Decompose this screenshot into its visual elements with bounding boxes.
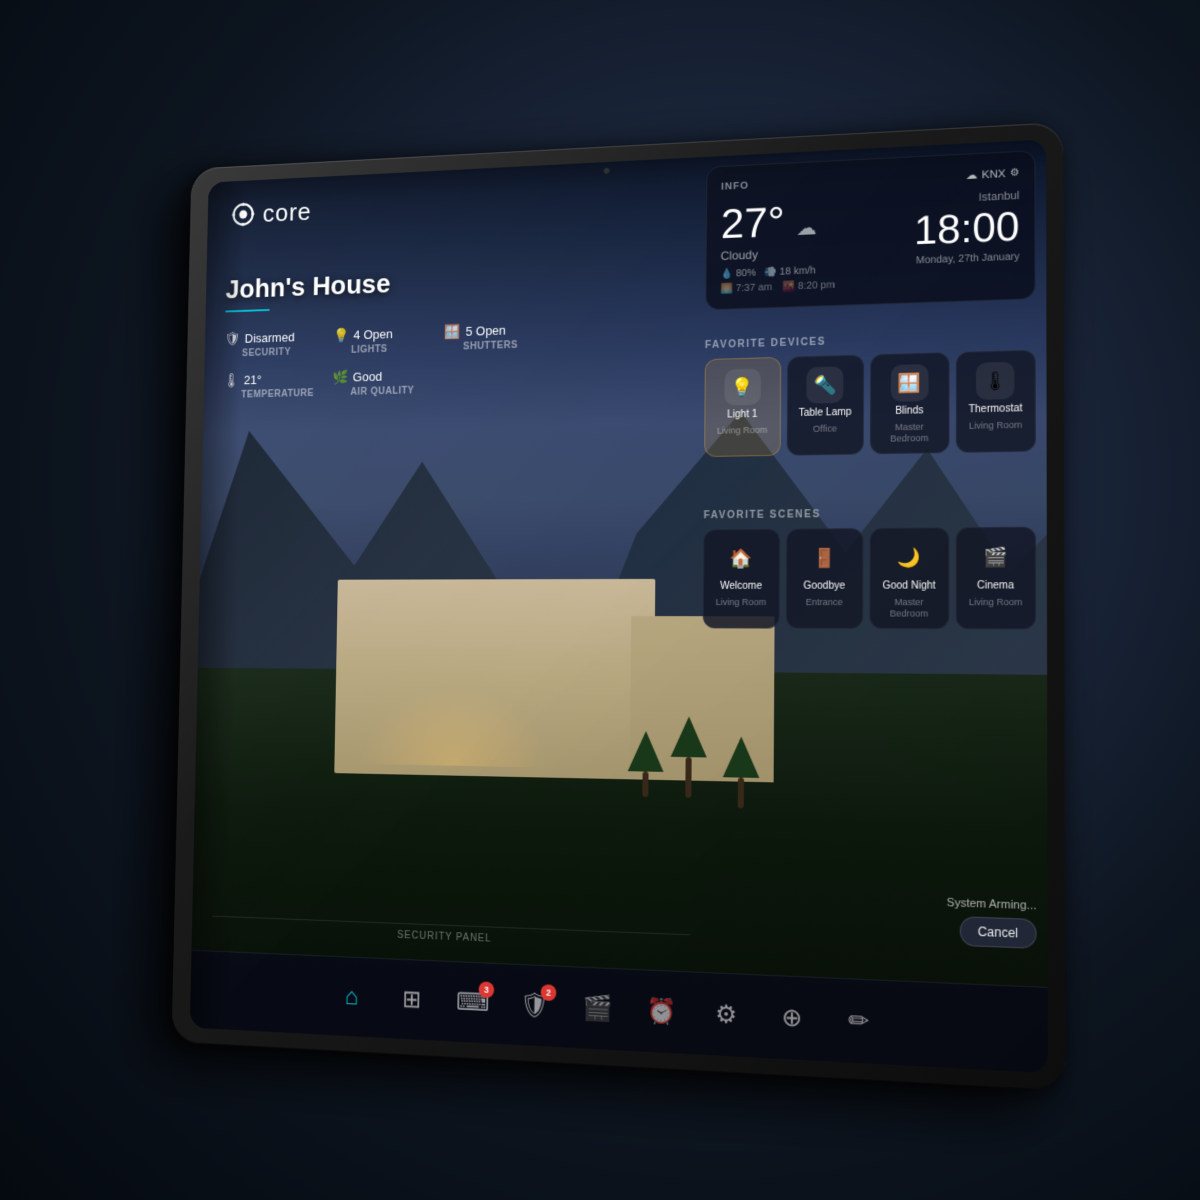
- device-name: Blinds: [895, 405, 924, 418]
- scene-card-cinema[interactable]: 🎬 Cinema Living Room: [955, 527, 1036, 629]
- date-display: Monday, 27th January: [914, 251, 1020, 266]
- favorite-scenes-section: FAVORITE SCENES 🏠 Welcome Living Room 🚪 …: [703, 507, 1036, 629]
- system-arming-notification: System Arming... Cancel: [947, 897, 1037, 949]
- scene-icon: 🚪: [806, 539, 843, 576]
- scene-icon: 🎬: [976, 538, 1015, 576]
- weather-icon: ☁: [796, 217, 816, 240]
- scene-name: Good Night: [882, 580, 935, 592]
- tablet-screen: core John's House 🛡 Disarmed SECURITY: [190, 139, 1048, 1073]
- nav-icon-channels: ⊕: [773, 998, 810, 1037]
- security-status[interactable]: 🛡 Disarmed SECURITY: [224, 328, 315, 359]
- logo-text: core: [262, 197, 312, 228]
- device-icon: 🔦: [807, 366, 844, 403]
- device-location: Master Bedroom: [877, 421, 941, 444]
- temperature-icon: 🌡: [223, 372, 239, 388]
- security-icon: 🛡: [224, 331, 240, 347]
- sunset-display: 🌇8:20 pm: [782, 280, 835, 293]
- lights-status[interactable]: 💡 4 Open LIGHTS: [333, 325, 426, 357]
- nav-item-settings[interactable]: ⚙: [708, 995, 745, 1034]
- cloud-icon: ☁: [966, 168, 978, 182]
- scene-location: Living Room: [969, 597, 1023, 608]
- nav-item-channels[interactable]: ⊕: [773, 998, 810, 1037]
- nav-item-keypad[interactable]: ⌨3: [455, 984, 490, 1022]
- app-logo: core: [227, 194, 312, 232]
- scene-name: Goodbye: [803, 580, 845, 592]
- device-name: Table Lamp: [799, 407, 852, 420]
- temperature-display: 27° ☁: [721, 198, 835, 245]
- wind-display: 💨18 km/h: [764, 265, 816, 278]
- device-card-light-1[interactable]: 💡 Light 1 Living Room: [704, 357, 781, 457]
- device-location: Office: [813, 423, 837, 434]
- home-info: John's House 🛡 Disarmed SECURITY 💡 4 Ope: [223, 262, 541, 401]
- nav-icon-video: 🎬: [580, 990, 616, 1029]
- scene-name: Welcome: [720, 581, 762, 593]
- device-icon: 🌡: [976, 362, 1014, 400]
- nav-icon-edit: ✏: [840, 1002, 878, 1042]
- devices-grid: 💡 Light 1 Living Room 🔦 Table Lamp Offic…: [704, 350, 1036, 457]
- arming-text: System Arming...: [947, 897, 1037, 913]
- scene-location: Living Room: [716, 597, 767, 608]
- weather-description: Cloudy: [721, 244, 835, 263]
- accent-line: [225, 309, 270, 312]
- air-quality-status[interactable]: 🌿 Good AIR QUALITY: [332, 367, 425, 398]
- nav-item-edit[interactable]: ✏: [840, 1002, 878, 1042]
- nav-icon-home: ⌂: [334, 978, 368, 1015]
- scenes-grid: 🏠 Welcome Living Room 🚪 Goodbye Entrance…: [703, 527, 1036, 629]
- humidity-display: 💧80%: [720, 268, 756, 280]
- nav-item-home[interactable]: ⌂: [334, 978, 368, 1015]
- nav-icon-security: 🛡: [517, 987, 553, 1025]
- knx-badge: ☁ KNX ⚙: [966, 166, 1020, 182]
- scene-card-welcome[interactable]: 🏠 Welcome Living Room: [703, 529, 780, 628]
- scene-card-good-night[interactable]: 🌙 Good Night Master Bedroom: [869, 527, 949, 628]
- settings-mini-icon: ⚙: [1010, 167, 1020, 179]
- scene-icon: 🏠: [723, 540, 760, 577]
- nav-badge-keypad: 3: [479, 981, 495, 998]
- devices-section-title: FAVORITE DEVICES: [705, 330, 1036, 351]
- nav-item-grid[interactable]: ⊞: [394, 981, 429, 1019]
- info-panel: INFO ☁ KNX ⚙ 27° ☁ Cloudy: [705, 150, 1035, 310]
- nav-item-clock[interactable]: ⏰: [643, 992, 679, 1031]
- city-display: Istanbul: [914, 190, 1019, 207]
- nav-icon-settings: ⚙: [708, 995, 745, 1034]
- nav-icon-grid: ⊞: [394, 981, 429, 1019]
- scene-location: Entrance: [806, 597, 843, 608]
- scene-icon: 🌙: [890, 539, 928, 576]
- scenes-section-title: FAVORITE SCENES: [704, 507, 1036, 522]
- device-location: Living Room: [717, 425, 767, 437]
- nav-icon-clock: ⏰: [643, 992, 679, 1031]
- device-card-table-lamp[interactable]: 🔦 Table Lamp Office: [786, 355, 864, 456]
- nav-item-security[interactable]: 🛡2: [517, 987, 553, 1025]
- air-quality-icon: 🌿: [332, 369, 348, 386]
- info-label: INFO: [721, 180, 749, 192]
- temperature-status[interactable]: 🌡 21° TEMPERATURE: [223, 370, 314, 401]
- cancel-button[interactable]: Cancel: [959, 916, 1036, 949]
- shutters-icon: 🪟: [444, 323, 461, 340]
- favorite-devices-section: FAVORITE DEVICES 💡 Light 1 Living Room 🔦…: [704, 330, 1036, 457]
- time-display: 18:00: [914, 206, 1020, 251]
- scene-location: Master Bedroom: [877, 597, 942, 619]
- scene-card-goodbye[interactable]: 🚪 Goodbye Entrance: [785, 528, 863, 628]
- device-icon: 💡: [724, 369, 760, 406]
- sunrise-display: 🌅7:37 am: [720, 282, 772, 295]
- shutters-status[interactable]: 🪟 5 Open SHUTTERS: [444, 321, 540, 353]
- device-card-thermostat[interactable]: 🌡 Thermostat Living Room: [955, 350, 1036, 453]
- device-icon: 🪟: [891, 364, 929, 402]
- device-location: Living Room: [969, 420, 1022, 432]
- logo-icon: [227, 197, 260, 232]
- nav-item-video[interactable]: 🎬: [580, 990, 616, 1029]
- device-name: Thermostat: [969, 403, 1023, 417]
- status-grid: 🛡 Disarmed SECURITY 💡 4 Open LIGHTS: [223, 321, 540, 401]
- lights-icon: 💡: [333, 327, 349, 344]
- scene-name: Cinema: [977, 580, 1014, 593]
- nav-badge-security: 2: [541, 984, 557, 1001]
- device-card-blinds[interactable]: 🪟 Blinds Master Bedroom: [870, 352, 949, 454]
- device-name: Light 1: [727, 409, 757, 422]
